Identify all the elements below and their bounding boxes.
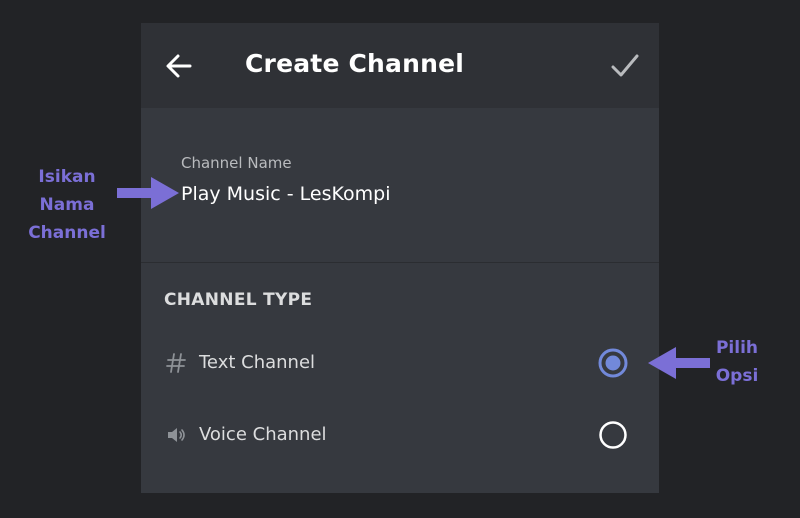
annotation-choose-option: Pilih Opsi — [700, 334, 774, 390]
annotation-right-line1: Pilih — [715, 338, 759, 358]
radio-unselected-icon[interactable] — [598, 420, 628, 450]
arrow-left-icon — [166, 54, 192, 78]
hash-icon — [166, 353, 186, 373]
confirm-button[interactable] — [609, 51, 641, 81]
channel-name-section: Channel Name — [141, 108, 659, 263]
dialog-title: Create Channel — [245, 49, 465, 78]
create-channel-dialog: Create Channel Channel Name CHANNEL TYPE… — [141, 23, 659, 493]
speaker-icon — [168, 428, 185, 442]
annotation-left-line1: Isikan — [38, 167, 96, 187]
annotation-right-line2: Opsi — [715, 366, 759, 386]
channel-name-label: Channel Name — [181, 154, 292, 172]
dialog-header: Create Channel — [141, 23, 659, 108]
channel-type-heading: CHANNEL TYPE — [164, 290, 313, 310]
back-button[interactable] — [163, 51, 195, 81]
arrow-left-annotation-icon — [648, 347, 710, 379]
arrow-right-icon — [117, 177, 179, 209]
option-voice-channel[interactable]: Voice Channel — [141, 407, 659, 463]
checkmark-icon — [611, 54, 639, 77]
option-text-channel[interactable]: Text Channel — [141, 335, 659, 391]
channel-name-input[interactable] — [179, 178, 623, 210]
annotation-channel-name: Isikan Nama Channel — [0, 163, 134, 247]
radio-selected-icon[interactable] — [598, 348, 628, 378]
option-text-channel-label: Text Channel — [199, 352, 316, 373]
option-voice-channel-label: Voice Channel — [199, 424, 327, 445]
annotation-left-line2: Nama Channel — [28, 195, 106, 243]
